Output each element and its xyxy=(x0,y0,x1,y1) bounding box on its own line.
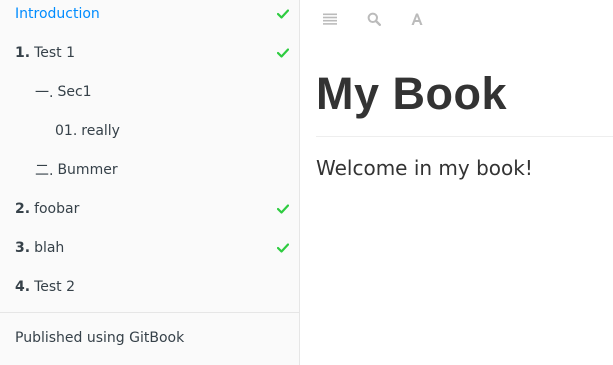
toc-item-number: 1. xyxy=(15,44,31,61)
page-body-text: Welcome in my book! xyxy=(316,156,533,180)
toc-item-really[interactable]: 01. really xyxy=(0,111,299,150)
toc-item-label: Introduction xyxy=(15,5,100,22)
font-settings-icon xyxy=(411,13,423,25)
toc-item-label: Sec1 xyxy=(57,83,92,100)
toc-item-label: really xyxy=(81,122,120,139)
check-icon xyxy=(277,242,289,253)
toc-item-label: Test 1 xyxy=(34,44,75,61)
menu-icon xyxy=(323,13,337,25)
search-button[interactable] xyxy=(364,9,384,29)
toc-item-number: 4. xyxy=(15,278,31,295)
title-divider xyxy=(316,136,613,137)
toc-item-blah[interactable]: 3. blah xyxy=(0,228,299,267)
toggle-sidebar-button[interactable] xyxy=(320,9,340,29)
page-title: My Book xyxy=(316,68,508,119)
check-icon xyxy=(277,203,289,214)
toc-item-label: foobar xyxy=(34,200,80,217)
toc-item-label: blah xyxy=(34,239,65,256)
sidebar: Introduction 1. Test 1 一. Sec1 01. reall… xyxy=(0,0,300,365)
toc-item-bummer[interactable]: 二. Bummer xyxy=(0,150,299,189)
toc-item-foobar[interactable]: 2. foobar xyxy=(0,189,299,228)
check-icon xyxy=(277,47,289,58)
toc-item-number: 一. xyxy=(35,84,54,101)
toc-item-number: 2. xyxy=(15,200,31,217)
toc-item-test-2[interactable]: 4. Test 2 xyxy=(0,267,299,306)
toc-item-introduction[interactable]: Introduction xyxy=(0,0,299,33)
toc-item-number: 01. xyxy=(55,122,78,139)
toc-item-label: Test 2 xyxy=(34,278,75,295)
toc-item-number: 二. xyxy=(35,162,54,179)
toc-item-test-1[interactable]: 1. Test 1 xyxy=(0,33,299,72)
toc-item-label: Bummer xyxy=(57,161,118,178)
toc-item-number: 3. xyxy=(15,239,31,256)
check-icon xyxy=(277,8,289,19)
toc-item-sec1[interactable]: 一. Sec1 xyxy=(0,72,299,111)
published-using-gitbook-link[interactable]: Published using GitBook xyxy=(15,330,184,346)
search-icon xyxy=(367,12,381,26)
sidebar-divider xyxy=(0,312,299,313)
font-settings-button[interactable] xyxy=(407,9,427,29)
